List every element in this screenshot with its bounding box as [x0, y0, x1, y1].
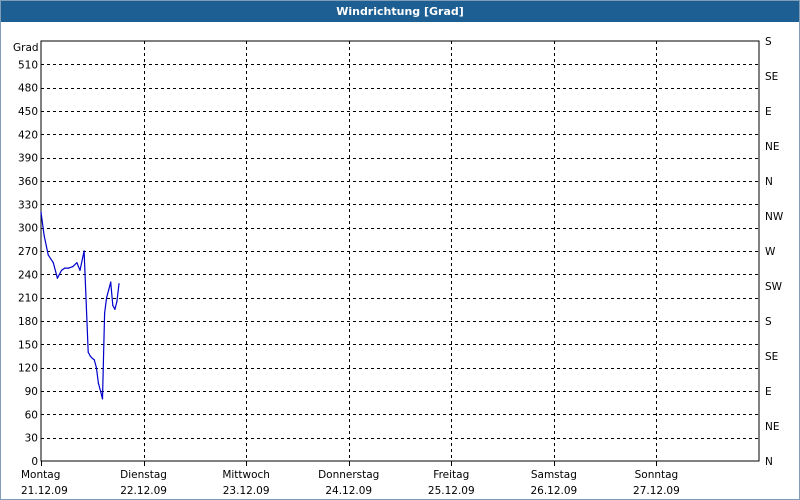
data-point	[106, 297, 108, 299]
compass-label: S	[765, 316, 772, 328]
y-tick-label: 330	[18, 199, 38, 211]
x-tick-date: 24.12.09	[325, 485, 372, 497]
data-point	[47, 254, 49, 256]
data-point	[64, 267, 66, 269]
y-tick-label: 300	[18, 223, 38, 235]
y-tick-label: 390	[18, 153, 38, 165]
data-point	[93, 359, 95, 361]
compass-label: NE	[765, 421, 780, 433]
data-point	[95, 367, 97, 369]
data-point	[108, 289, 110, 291]
plot-area	[40, 40, 760, 462]
y-tick-label: 90	[25, 386, 38, 398]
chart-window: Windrichtung [Grad] 0 30 60 90 120 150 180 210 2…	[0, 0, 800, 500]
x-tick-day: Sonntag	[635, 469, 679, 481]
x-tick-day: Dienstag	[120, 469, 167, 481]
x-tick-day: Montag	[21, 469, 60, 481]
data-point	[76, 262, 78, 264]
data-point	[60, 269, 63, 271]
compass-label: SE	[765, 71, 778, 83]
x-tick-day: Freitag	[433, 469, 469, 481]
compass-label: N	[765, 176, 773, 188]
wind-direction-line	[40, 212, 120, 400]
data-point	[83, 250, 85, 252]
data-point	[87, 351, 89, 353]
data-point	[97, 382, 99, 384]
y-tick-label: 480	[18, 83, 38, 95]
x-tick-day: Donnerstag	[318, 469, 379, 481]
y-tick-label: 510	[18, 59, 38, 71]
data-point	[116, 301, 118, 303]
data-point	[118, 283, 120, 285]
compass-label: NE	[765, 141, 780, 153]
x-tick-date: 27.12.09	[633, 485, 680, 497]
data-point	[114, 308, 116, 310]
data-point	[79, 269, 81, 271]
compass-label: SE	[765, 351, 778, 363]
y-tick-label: 60	[25, 409, 38, 421]
data-point	[91, 357, 93, 359]
compass-label: NW	[765, 211, 784, 223]
data-point	[104, 312, 106, 314]
y-tick-label: 270	[18, 246, 38, 258]
y-tick-label: 210	[18, 293, 38, 305]
y-tick-label: 30	[25, 433, 38, 445]
y-tick-label: 420	[18, 129, 38, 141]
data-point	[68, 267, 70, 269]
x-tick-date: 21.12.09	[21, 485, 68, 497]
y-tick-label: 0	[31, 456, 38, 468]
data-point	[101, 398, 104, 400]
data-point	[72, 266, 74, 268]
x-tick-date: 26.12.09	[530, 485, 577, 497]
data-point	[110, 281, 112, 283]
y-tick-label: 450	[18, 106, 38, 118]
compass-label: S	[765, 36, 772, 48]
data-point	[99, 390, 102, 392]
data-point	[56, 277, 59, 279]
wind-direction-chart: 0 30 60 90 120 150 180 210 240 270 300 330 360 390 420…	[13, 36, 784, 497]
x-tick-date: 25.12.09	[428, 485, 475, 497]
y-tick-label: 240	[18, 269, 38, 281]
data-point	[40, 211, 42, 213]
data-point	[43, 234, 45, 236]
y-tick-label: 180	[18, 316, 38, 328]
data-point	[52, 262, 54, 264]
compass-label: SW	[765, 281, 783, 293]
y-tick-label: 150	[18, 339, 38, 351]
compass-label: E	[765, 386, 772, 398]
y-axis-label: Grad	[13, 42, 39, 54]
compass-label: W	[765, 246, 776, 258]
data-point	[112, 304, 114, 306]
data-point	[89, 355, 91, 357]
x-tick-date: 23.12.09	[223, 485, 270, 497]
x-tick-day: Mittwoch	[222, 469, 270, 481]
y-tick-label: 120	[18, 363, 38, 375]
x-tick-day: Samstag	[531, 469, 577, 481]
compass-label: E	[765, 106, 772, 118]
compass-label: N	[765, 456, 773, 468]
y-tick-label: 360	[18, 176, 38, 188]
x-tick-date: 22.12.09	[120, 485, 167, 497]
